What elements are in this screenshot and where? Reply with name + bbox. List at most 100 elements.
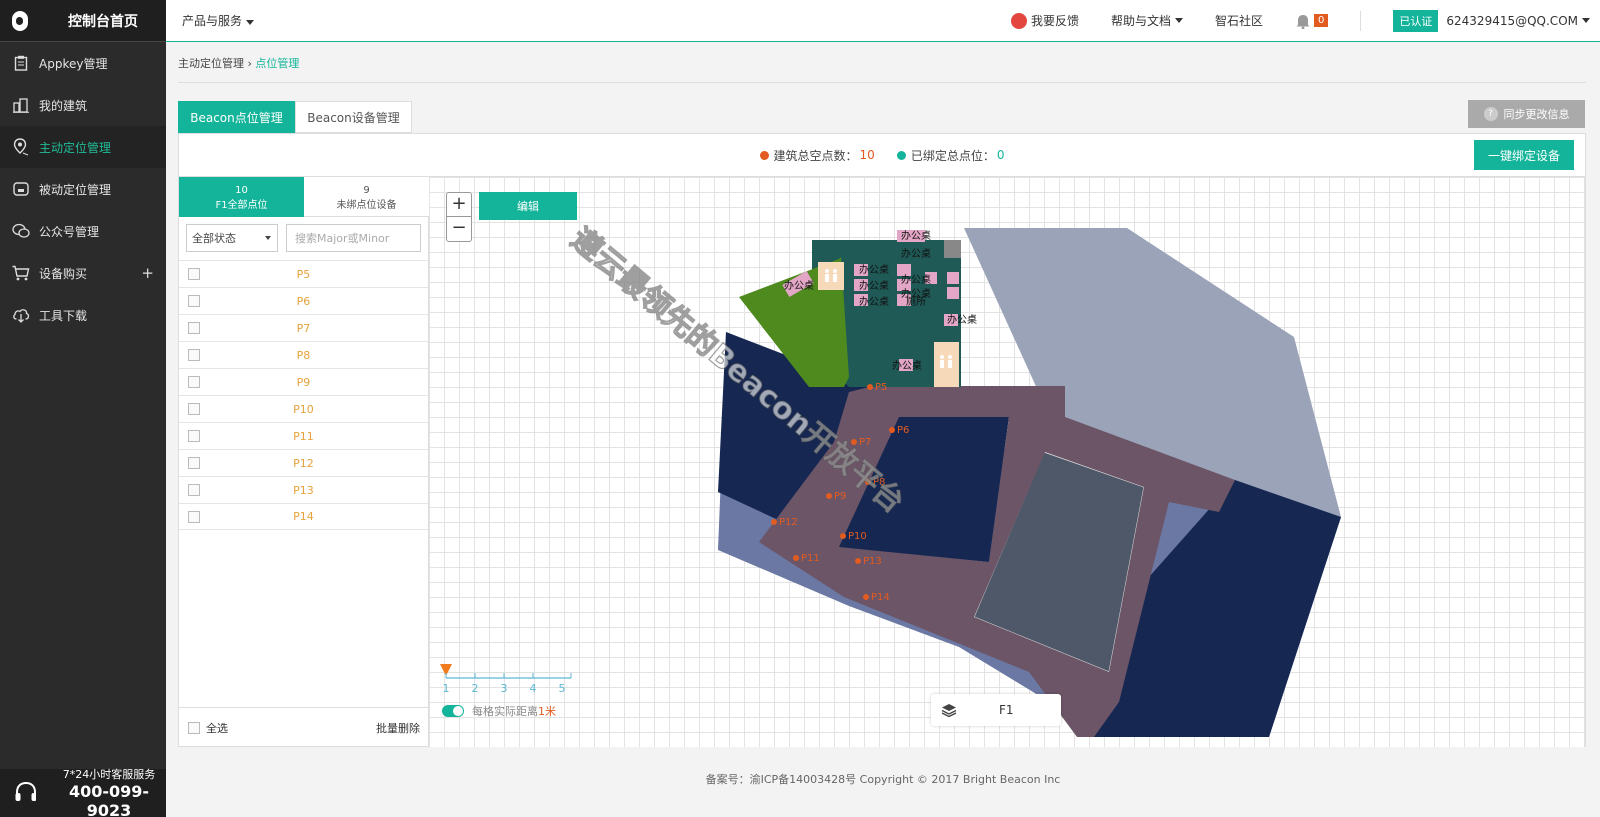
- beacon-label: P12: [779, 517, 798, 528]
- sidebar-item-buildings[interactable]: 我的建筑: [0, 84, 166, 126]
- tab-all-points[interactable]: 10 F1全部点位: [179, 177, 304, 217]
- list-item[interactable]: P7: [179, 314, 428, 341]
- beacon-label: P9: [834, 491, 846, 502]
- chevron-down-icon: [1582, 18, 1590, 23]
- clipboard-icon: [12, 54, 30, 72]
- floor-map[interactable]: 办公桌 办公桌 办公桌 办公桌 办公桌 办公桌 办公桌 办公桌 厕所 办公桌 办…: [429, 176, 1585, 747]
- list-item[interactable]: P9: [179, 368, 428, 395]
- point-label: P11: [293, 429, 314, 443]
- floor-plan: 办公桌 办公桌 办公桌 办公桌 办公桌 办公桌 办公桌 办公桌 厕所 办公桌 办…: [563, 221, 1341, 737]
- room-label: 办公桌: [859, 263, 889, 276]
- point-label: P6: [296, 294, 311, 308]
- help-menu[interactable]: 帮助与文档: [1111, 12, 1183, 29]
- tab-unbound-points[interactable]: 9 未绑点位设备: [304, 177, 429, 217]
- row-checkbox[interactable]: [188, 295, 200, 307]
- room-label: 办公桌: [784, 279, 814, 292]
- edit-map-button[interactable]: 编辑: [479, 192, 577, 220]
- sidebar-item-purchase[interactable]: 设备购买 +: [0, 252, 166, 294]
- products-menu[interactable]: 产品与服务: [182, 12, 255, 29]
- breadcrumb-separator: ›: [247, 57, 252, 70]
- layers-icon: [941, 704, 957, 717]
- list-item[interactable]: P12: [179, 449, 428, 476]
- row-checkbox[interactable]: [188, 403, 200, 415]
- row-checkbox[interactable]: [188, 376, 200, 388]
- list-item[interactable]: P6: [179, 287, 428, 314]
- room-label: 办公桌: [859, 279, 889, 292]
- divider: [178, 82, 1586, 83]
- tab-beacon-devices[interactable]: Beacon设备管理: [295, 101, 412, 133]
- scale-tick: 4: [530, 682, 537, 695]
- list-item[interactable]: P8: [179, 341, 428, 368]
- sidebar-item-label: 工具下载: [39, 308, 88, 323]
- scale-tick: 5: [559, 682, 566, 695]
- expand-plus-icon[interactable]: +: [141, 264, 154, 282]
- sidebar-item-active-positioning[interactable]: 主动定位管理: [0, 126, 166, 168]
- sidebar-title: 控制台首页: [68, 13, 138, 30]
- list-item[interactable]: P13: [179, 476, 428, 503]
- row-checkbox[interactable]: [188, 268, 200, 280]
- divider: [1360, 10, 1362, 31]
- row-checkbox[interactable]: [188, 322, 200, 334]
- account-menu[interactable]: 624329415@QQ.COM: [1446, 14, 1590, 28]
- top-bar: 产品与服务 我要反馈 帮助与文档 智石社区 0 已认证 624329415@QQ…: [166, 0, 1600, 42]
- point-label: P14: [293, 510, 314, 523]
- status-filter-value: 全部状态: [192, 232, 236, 245]
- grid-distance-row: 每格实际距离 1米: [442, 703, 556, 719]
- building-icon: [12, 96, 30, 114]
- community-link[interactable]: 智石社区: [1215, 12, 1263, 29]
- question-icon: ?: [1483, 107, 1498, 121]
- point-label: P7: [296, 321, 311, 335]
- notifications-button[interactable]: 0: [1295, 13, 1329, 29]
- tab-beacon-points[interactable]: Beacon点位管理: [178, 101, 295, 133]
- chevron-down-icon: [1175, 18, 1183, 23]
- zoom-in-button[interactable]: +: [447, 193, 471, 217]
- bell-icon: [1296, 14, 1310, 29]
- cloud-download-icon: [12, 306, 30, 324]
- scale-tick: 1: [443, 682, 450, 695]
- row-checkbox[interactable]: [188, 430, 200, 442]
- list-item[interactable]: P10: [179, 395, 428, 422]
- headset-icon: [15, 781, 36, 801]
- grid-toggle[interactable]: [442, 705, 464, 717]
- sidebar-item-passive-positioning[interactable]: 被动定位管理: [0, 168, 166, 210]
- search-input[interactable]: [286, 224, 421, 252]
- beacon-label: P6: [897, 425, 909, 436]
- floor-selector[interactable]: F1: [931, 694, 1061, 726]
- point-label: P13: [293, 483, 314, 497]
- sidebar-item-tools[interactable]: 工具下载: [0, 294, 166, 336]
- row-checkbox[interactable]: [188, 457, 200, 469]
- beacon-label: P10: [848, 531, 867, 542]
- list-item[interactable]: P5: [179, 260, 428, 287]
- feedback-icon: [1010, 12, 1027, 29]
- points-list: P5 P6 P7 P8 P9 P10 P11 P12 P13 P14: [179, 260, 428, 530]
- sidebar-item-appkey[interactable]: Appkey管理: [0, 42, 166, 84]
- sync-changes-label: 同步更改信息: [1503, 108, 1570, 121]
- feedback-link[interactable]: 我要反馈: [1010, 12, 1079, 29]
- status-filter-select[interactable]: 全部状态: [186, 224, 278, 252]
- notification-count: 0: [1314, 14, 1329, 27]
- sidebar-home[interactable]: 控制台首页: [0, 0, 166, 42]
- list-item[interactable]: P11: [179, 422, 428, 449]
- list-item[interactable]: P14: [179, 503, 428, 530]
- grid-distance-value: 1米: [538, 705, 556, 718]
- room-label: 厕所: [906, 296, 926, 308]
- sidebar-item-wechat[interactable]: 公众号管理: [0, 210, 166, 252]
- breadcrumb-parent[interactable]: 主动定位管理: [178, 57, 244, 70]
- sidebar-item-label: Appkey管理: [39, 56, 108, 71]
- bind-devices-button[interactable]: 一键绑定设备: [1474, 140, 1574, 170]
- sync-changes-button[interactable]: ? 同步更改信息: [1468, 100, 1585, 128]
- point-label: P9: [296, 375, 311, 389]
- batch-delete-button[interactable]: 批量删除: [376, 720, 420, 736]
- row-checkbox[interactable]: [188, 484, 200, 496]
- beacon-label: P7: [859, 437, 871, 448]
- stairs: [944, 240, 961, 258]
- row-checkbox[interactable]: [188, 510, 200, 523]
- select-all-checkbox[interactable]: [188, 721, 200, 734]
- room-label: 办公桌: [901, 273, 931, 286]
- green-dot-icon: [896, 150, 906, 160]
- beacon-label: P11: [801, 553, 820, 564]
- list-footer: 全选 批量删除: [179, 707, 428, 747]
- sidebar-item-label: 公众号管理: [39, 224, 100, 239]
- zoom-out-button[interactable]: −: [447, 217, 471, 241]
- row-checkbox[interactable]: [188, 349, 200, 361]
